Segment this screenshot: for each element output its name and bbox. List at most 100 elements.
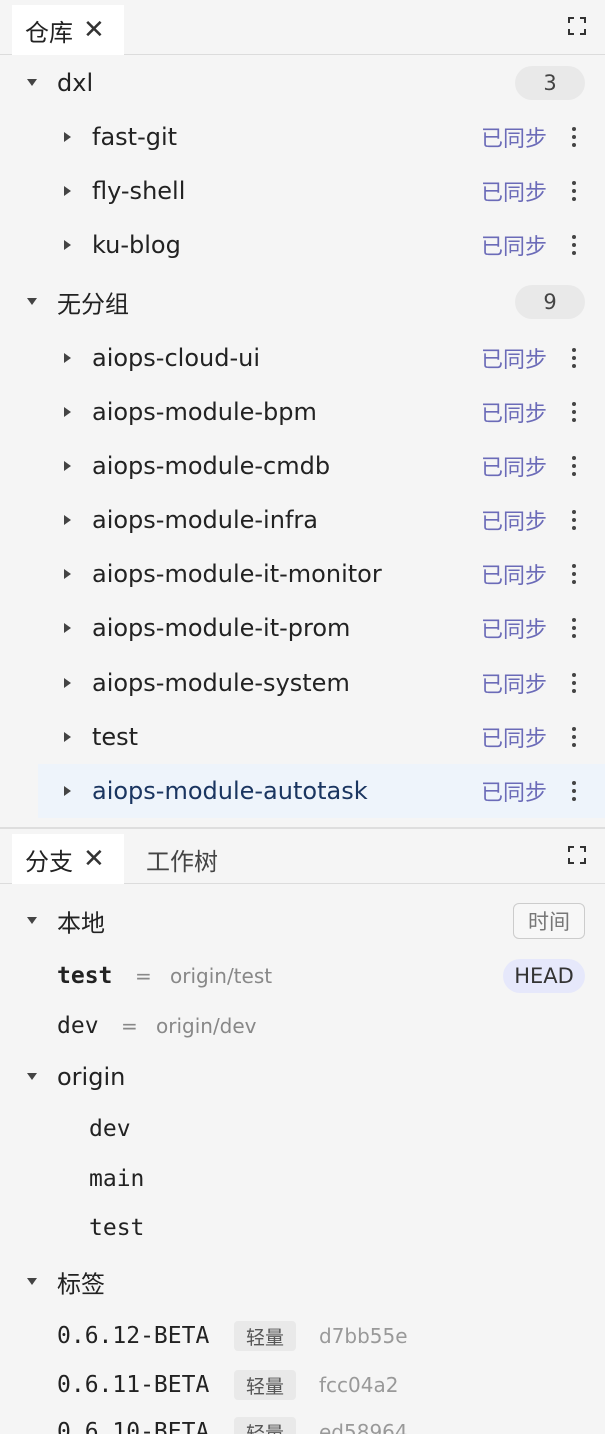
remote-branch-row[interactable]: test [0, 1203, 605, 1253]
maximize-icon[interactable] [568, 846, 586, 864]
tracking-equal-sign: = [121, 1014, 138, 1038]
commit-hash: d7bb55e [319, 1324, 408, 1348]
branch-panel: 分支 ✕ 工作树 本地 时间 test = origin/test HEAD d… [0, 829, 605, 1434]
more-vertical-icon[interactable] [571, 181, 577, 201]
sync-status: 已同步 [480, 618, 547, 643]
caret-right-icon[interactable] [64, 461, 71, 471]
more-vertical-icon[interactable] [571, 618, 577, 638]
repo-item[interactable]: aiops-module-system 已同步 [0, 656, 605, 710]
repo-item[interactable]: aiops-module-bpm 已同步 [0, 385, 605, 439]
sync-status: 已同步 [480, 510, 547, 535]
repo-name: aiops-module-cmdb [92, 452, 331, 480]
repo-name: aiops-cloud-ui [92, 344, 260, 372]
caret-right-icon[interactable] [64, 353, 71, 363]
tags-header[interactable]: 标签 [0, 1257, 605, 1307]
upstream-branch: origin/test [170, 964, 273, 988]
branch-name: test [57, 963, 113, 989]
caret-right-icon[interactable] [64, 407, 71, 417]
caret-right-icon[interactable] [64, 786, 71, 796]
local-branch-row[interactable]: test = origin/test HEAD [0, 951, 605, 1001]
caret-right-icon[interactable] [64, 132, 71, 142]
tab-worktree-label: 工作树 [146, 847, 218, 876]
caret-down-icon[interactable] [27, 1278, 37, 1285]
more-vertical-icon[interactable] [571, 235, 577, 255]
tag-row[interactable]: 0.6.11-BETA 轻量 fcc04a2 [0, 1360, 605, 1410]
caret-down-icon[interactable] [27, 917, 37, 924]
repo-tabbar: 仓库 ✕ [0, 0, 605, 55]
tag-kind-badge: 轻量 [234, 1370, 296, 1400]
sync-status: 已同步 [480, 673, 547, 698]
more-vertical-icon[interactable] [571, 781, 577, 801]
repo-group-name: dxl [57, 69, 94, 97]
repo-group-name: 无分组 [57, 290, 129, 319]
sync-status: 已同步 [480, 127, 547, 152]
caret-right-icon[interactable] [64, 240, 71, 250]
sort-by-time-button[interactable]: 时间 [513, 903, 585, 939]
repo-group-count: 3 [515, 66, 585, 100]
caret-right-icon[interactable] [64, 678, 71, 688]
close-icon[interactable]: ✕ [83, 17, 105, 43]
tab-repositories[interactable]: 仓库 ✕ [12, 5, 124, 55]
remote-branch-name: test [89, 1215, 145, 1241]
branch-tabbar: 分支 ✕ 工作树 [0, 829, 605, 884]
local-branches-header[interactable]: 本地 时间 [0, 896, 605, 946]
sync-status: 已同步 [480, 235, 547, 260]
repo-item[interactable]: aiops-module-it-monitor 已同步 [0, 547, 605, 601]
remote-name: origin [57, 1063, 126, 1091]
commit-hash: fcc04a2 [319, 1373, 399, 1397]
repo-item[interactable]: aiops-module-it-prom 已同步 [0, 601, 605, 655]
local-branches-title: 本地 [57, 909, 105, 938]
more-vertical-icon[interactable] [571, 402, 577, 422]
repo-group-header[interactable]: dxl 3 [0, 56, 605, 110]
caret-right-icon[interactable] [64, 732, 71, 742]
more-vertical-icon[interactable] [571, 564, 577, 584]
repository-panel: 仓库 ✕ dxl 3 fast-git 已同步 fly-shell 已同步 ku… [0, 0, 605, 827]
repo-item-selected[interactable]: aiops-module-autotask 已同步 [38, 764, 605, 818]
tag-name: 0.6.11-BETA [57, 1372, 210, 1398]
repo-item[interactable]: aiops-cloud-ui 已同步 [0, 331, 605, 385]
repo-name: aiops-module-infra [92, 506, 318, 534]
more-vertical-icon[interactable] [571, 727, 577, 747]
local-branch-row[interactable]: dev = origin/dev [0, 1001, 605, 1051]
caret-right-icon[interactable] [64, 515, 71, 525]
tag-name: 0.6.12-BETA [57, 1323, 210, 1349]
caret-down-icon[interactable] [27, 79, 37, 86]
tab-worktree[interactable]: 工作树 [132, 834, 218, 884]
tab-repositories-label: 仓库 [25, 18, 73, 47]
repo-group-header[interactable]: 无分组 9 [0, 275, 605, 329]
repo-item[interactable]: test 已同步 [0, 710, 605, 764]
close-icon[interactable]: ✕ [83, 846, 105, 872]
remote-branch-row[interactable]: dev [0, 1104, 605, 1154]
sync-status: 已同步 [480, 402, 547, 427]
sync-status: 已同步 [480, 348, 547, 373]
caret-right-icon[interactable] [64, 623, 71, 633]
more-vertical-icon[interactable] [571, 127, 577, 147]
caret-right-icon[interactable] [64, 569, 71, 579]
repo-name: aiops-module-it-monitor [92, 560, 382, 588]
more-vertical-icon[interactable] [571, 510, 577, 530]
repo-item[interactable]: ku-blog 已同步 [0, 218, 605, 272]
repo-item[interactable]: fast-git 已同步 [0, 110, 605, 164]
more-vertical-icon[interactable] [571, 456, 577, 476]
caret-down-icon[interactable] [27, 298, 37, 305]
remote-origin-header[interactable]: origin [0, 1052, 605, 1102]
tab-branches[interactable]: 分支 ✕ [12, 834, 124, 884]
sync-status: 已同步 [480, 181, 547, 206]
tag-name: 0.6.10-BETA [57, 1419, 210, 1434]
remote-branch-row[interactable]: main [0, 1154, 605, 1204]
repo-item[interactable]: fly-shell 已同步 [0, 164, 605, 218]
tags-title: 标签 [57, 1270, 105, 1299]
tag-row[interactable]: 0.6.12-BETA 轻量 d7bb55e [0, 1311, 605, 1361]
caret-right-icon[interactable] [64, 186, 71, 196]
sync-status: 已同步 [480, 781, 547, 806]
more-vertical-icon[interactable] [571, 673, 577, 693]
tag-kind-badge: 轻量 [234, 1321, 296, 1351]
repo-group-count: 9 [515, 285, 585, 319]
repo-item[interactable]: aiops-module-infra 已同步 [0, 493, 605, 547]
maximize-icon[interactable] [568, 17, 586, 35]
repo-name: aiops-module-it-prom [92, 614, 351, 642]
more-vertical-icon[interactable] [571, 348, 577, 368]
caret-down-icon[interactable] [27, 1073, 37, 1080]
tag-row[interactable]: 0.6.10-BETA 轻量 ed58964 [0, 1407, 605, 1434]
repo-item[interactable]: aiops-module-cmdb 已同步 [0, 439, 605, 493]
